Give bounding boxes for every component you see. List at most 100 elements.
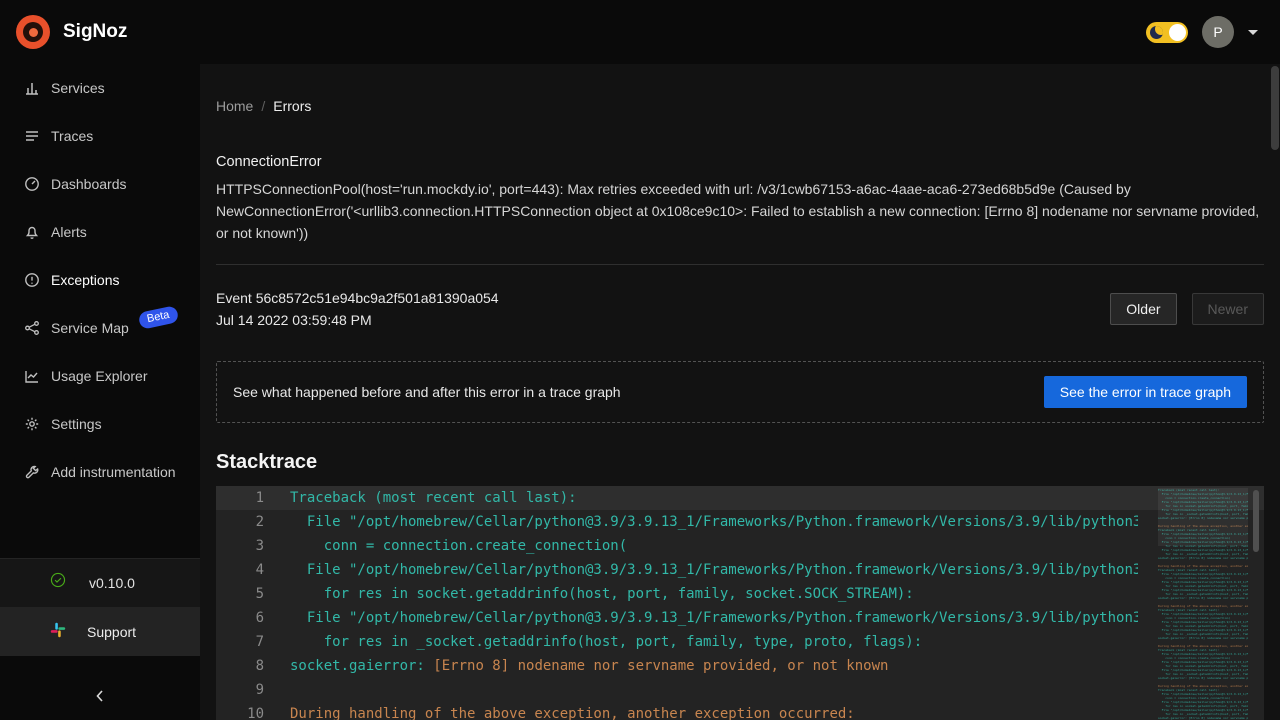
topbar: SigNoz P bbox=[0, 0, 1280, 64]
line-code: conn = connection.create_connection( bbox=[290, 534, 1138, 558]
sidebar-item-label: Traces bbox=[51, 128, 93, 144]
event-timestamp: Jul 14 2022 03:59:48 PM bbox=[216, 309, 499, 331]
sidebar-item-add-instrumentation[interactable]: Add instrumentation bbox=[0, 448, 200, 496]
sidebar-item-exceptions[interactable]: Exceptions bbox=[0, 256, 200, 304]
newer-button[interactable]: Newer bbox=[1192, 293, 1264, 325]
page-scrollbar-thumb[interactable] bbox=[1271, 66, 1279, 150]
brand: SigNoz bbox=[16, 15, 127, 49]
stacktrace-line-2: 2 File "/opt/homebrew/Cellar/python@3.9/… bbox=[216, 510, 1264, 534]
sidebar-item-support[interactable]: Support bbox=[0, 607, 200, 656]
bell-icon bbox=[24, 224, 40, 240]
trace-banner-text: See what happened before and after this … bbox=[233, 384, 621, 400]
line-code: socket.gaierror: [Errno 8] nodename nor … bbox=[290, 654, 1138, 678]
signoz-logo-icon bbox=[16, 15, 50, 49]
stacktrace-line-9: 9 bbox=[216, 678, 1264, 702]
stacktrace-line-5: 5 for res in socket.getaddrinfo(host, po… bbox=[216, 582, 1264, 606]
moon-icon bbox=[1150, 26, 1163, 39]
sidebar-bottom: v0.10.0 Support bbox=[0, 558, 200, 720]
line-code: File "/opt/homebrew/Cellar/python@3.9/3.… bbox=[290, 558, 1138, 582]
bar-chart-icon bbox=[24, 80, 40, 96]
sidebar-item-traces[interactable]: Traces bbox=[0, 112, 200, 160]
sidebar-item-settings[interactable]: Settings bbox=[0, 400, 200, 448]
alert-icon bbox=[24, 272, 40, 288]
sidebar-item-service-map[interactable]: Service Map Beta bbox=[0, 304, 200, 352]
beta-badge: Beta bbox=[137, 305, 178, 330]
event-pager: Older Newer bbox=[1110, 293, 1264, 325]
line-number: 7 bbox=[216, 630, 290, 654]
line-code: File "/opt/homebrew/Cellar/python@3.9/3.… bbox=[290, 510, 1138, 534]
chevron-left-icon bbox=[93, 689, 107, 708]
stacktrace-block: 1 Traceback (most recent call last): 2 F… bbox=[216, 486, 1264, 720]
minimap[interactable]: Traceback (most recent call last): File … bbox=[1158, 488, 1248, 720]
app-root: SigNoz P Services Traces Dashboards Aler… bbox=[0, 0, 1280, 720]
line-number: 6 bbox=[216, 606, 290, 630]
sidebar-item-label: Dashboards bbox=[51, 176, 127, 192]
caret-down-icon[interactable] bbox=[1248, 30, 1258, 35]
trace-banner: See what happened before and after this … bbox=[216, 361, 1264, 423]
line-number: 4 bbox=[216, 558, 290, 582]
dashboard-icon bbox=[24, 176, 40, 192]
page-scrollbar[interactable] bbox=[1270, 66, 1280, 720]
map-icon bbox=[24, 320, 40, 336]
line-code: File "/opt/homebrew/Cellar/python@3.9/3.… bbox=[290, 606, 1138, 630]
line-number: 9 bbox=[216, 678, 290, 702]
stacktrace-line-6: 6 File "/opt/homebrew/Cellar/python@3.9/… bbox=[216, 606, 1264, 630]
avatar[interactable]: P bbox=[1202, 16, 1234, 48]
sidebar-item-label: Settings bbox=[51, 416, 102, 432]
body-row: Services Traces Dashboards Alerts Except… bbox=[0, 64, 1280, 720]
error-message: HTTPSConnectionPool(host='run.mockdy.io'… bbox=[216, 178, 1264, 244]
line-code: for res in socket.getaddrinfo(host, port… bbox=[290, 582, 1138, 606]
line-code: for res in _socket.getaddrinfo(host, por… bbox=[290, 630, 1138, 654]
theme-toggle[interactable] bbox=[1146, 22, 1188, 43]
code-scrollbar[interactable] bbox=[1253, 490, 1259, 552]
stacktrace-code: 1 Traceback (most recent call last): 2 F… bbox=[216, 486, 1264, 720]
trace-graph-button[interactable]: See the error in trace graph bbox=[1044, 376, 1247, 408]
support-label: Support bbox=[87, 624, 136, 640]
gear-icon bbox=[24, 416, 40, 432]
stacktrace-line-3: 3 conn = connection.create_connection( bbox=[216, 534, 1264, 558]
line-number: 8 bbox=[216, 654, 290, 678]
sidebar-item-usage-explorer[interactable]: Usage Explorer bbox=[0, 352, 200, 400]
sidebar-item-alerts[interactable]: Alerts bbox=[0, 208, 200, 256]
sidebar-nav: Services Traces Dashboards Alerts Except… bbox=[0, 64, 200, 496]
sidebar-item-label: Service Map bbox=[51, 320, 129, 336]
sidebar-item-label: Alerts bbox=[51, 224, 87, 240]
stacktrace-line-1: 1 Traceback (most recent call last): bbox=[216, 486, 1264, 510]
collapse-sidebar[interactable] bbox=[0, 676, 200, 720]
stacktrace-line-7: 7 for res in _socket.getaddrinfo(host, p… bbox=[216, 630, 1264, 654]
sidebar-item-dashboards[interactable]: Dashboards bbox=[0, 160, 200, 208]
breadcrumb-separator: / bbox=[261, 98, 265, 114]
stacktrace-title: Stacktrace bbox=[216, 451, 1264, 474]
divider bbox=[216, 264, 1264, 265]
signoz-logo-core bbox=[29, 28, 38, 37]
line-number: 1 bbox=[216, 486, 290, 510]
version-label: v0.10.0 bbox=[89, 575, 135, 591]
sidebar-item-services[interactable]: Services bbox=[0, 64, 200, 112]
sidebar-item-label: Exceptions bbox=[51, 272, 119, 288]
line-code: Traceback (most recent call last): bbox=[290, 486, 1138, 510]
sidebar-item-label: Add instrumentation bbox=[51, 464, 176, 480]
event-meta: Event 56c8572c51e94bc9a2f501a81390a054 J… bbox=[216, 287, 499, 331]
event-id: Event 56c8572c51e94bc9a2f501a81390a054 bbox=[216, 287, 499, 309]
event-row: Event 56c8572c51e94bc9a2f501a81390a054 J… bbox=[216, 287, 1264, 331]
line-code: During handling of the above exception, … bbox=[290, 702, 1138, 720]
sidebar-item-label: Usage Explorer bbox=[51, 368, 148, 384]
stacktrace-line-8: 8 socket.gaierror: [Errno 8] nodename no… bbox=[216, 654, 1264, 678]
line-number: 5 bbox=[216, 582, 290, 606]
toggle-knob-icon bbox=[1169, 24, 1186, 41]
error-name: ConnectionError bbox=[216, 154, 1264, 170]
line-number: 3 bbox=[216, 534, 290, 558]
sidebar-item-label: Services bbox=[51, 80, 105, 96]
stacktrace-line-4: 4 File "/opt/homebrew/Cellar/python@3.9/… bbox=[216, 558, 1264, 582]
breadcrumb-home-link[interactable]: Home bbox=[216, 98, 253, 114]
app-title: SigNoz bbox=[63, 21, 127, 43]
signoz-logo-ring bbox=[23, 22, 43, 42]
slack-icon bbox=[50, 622, 70, 642]
topbar-controls: P bbox=[1146, 16, 1258, 48]
line-chart-icon bbox=[24, 368, 40, 384]
check-circle-icon bbox=[50, 572, 72, 594]
line-number: 10 bbox=[216, 702, 290, 720]
older-button[interactable]: Older bbox=[1110, 293, 1176, 325]
sidebar: Services Traces Dashboards Alerts Except… bbox=[0, 64, 200, 720]
minimap-line: socket.gaierror: [Errno 8] nodename nor … bbox=[1158, 716, 1248, 720]
